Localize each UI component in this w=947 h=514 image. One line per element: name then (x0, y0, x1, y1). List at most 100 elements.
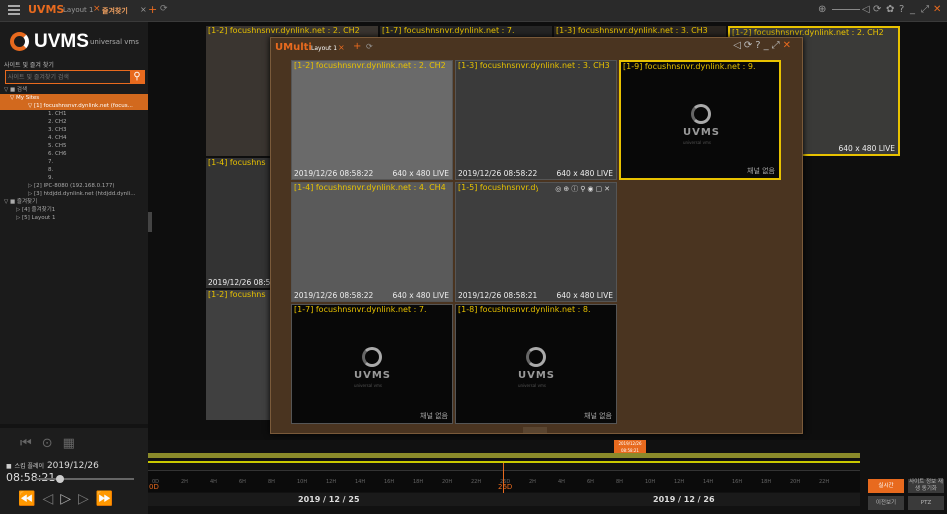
live-button[interactable]: 실시간 (868, 479, 904, 493)
calendar-icon[interactable]: ▦ (63, 436, 85, 451)
tree-item[interactable]: ▷ [3] htdjdd.dynlink.net (htdjdd.dynli..… (0, 190, 148, 198)
search-input[interactable] (8, 72, 128, 83)
tile-toolbar: ◎⊕ⓘ⚲◉▢✕ (555, 184, 612, 194)
info-icon[interactable]: ⓘ (571, 185, 580, 193)
close-icon[interactable]: ✕ (933, 4, 941, 15)
refresh-icon[interactable]: ⟳ (160, 4, 168, 14)
tree-item-label: 6. CH6 (48, 151, 67, 157)
add-tab-icon[interactable]: + (353, 41, 361, 52)
tile-header: [1-2] focushnsnvr.dynlink.net : 2. CH2 (294, 61, 446, 70)
tab-close-icon[interactable]: × (140, 5, 147, 14)
uvms-ring-icon (526, 347, 546, 367)
gear-icon[interactable]: ✿ (886, 4, 894, 15)
ruler-label: 16H (732, 479, 743, 485)
tree-item[interactable]: 1. CH1 (0, 110, 148, 118)
add-tab-icon[interactable]: + (148, 3, 157, 16)
clock-icon[interactable]: ⊙ (42, 436, 63, 451)
collapse-handle[interactable] (148, 212, 152, 232)
slider-knob[interactable] (56, 475, 64, 483)
video-tile[interactable]: [1-5] focushnsnvr.dynlink.net : 5. CH5 ◎… (455, 182, 617, 302)
help-icon[interactable]: ? (755, 40, 763, 51)
tile-header: [1-7] focushnsnvr.dynlink.net : 7. (294, 305, 427, 314)
tree-item[interactable]: 8. (0, 166, 148, 174)
maximize-icon[interactable]: ⤢ (772, 40, 783, 51)
logo-sub: universal vms (90, 38, 139, 46)
tree-item-label: ▷ [5] Layout 1 (16, 215, 56, 221)
prev-icon[interactable]: ⏪ (18, 491, 42, 507)
tree-item[interactable]: 9. (0, 174, 148, 182)
close-icon[interactable]: ✕ (783, 40, 794, 51)
ruler-label: 16H (384, 479, 395, 485)
tree-item[interactable]: 5. CH5 (0, 142, 148, 150)
minimize-icon[interactable]: _ (764, 40, 772, 51)
video-tile[interactable]: [1-4] focushnsnvr.dynlink.net : 4. CH4 2… (291, 182, 453, 302)
ptz-button[interactable]: PTZ (908, 496, 944, 510)
collapse-handle[interactable] (523, 427, 547, 433)
recording-bar (148, 453, 860, 458)
sync-playback-button[interactable]: 사이트 정보 재생 동기화 (908, 479, 944, 493)
checkbox[interactable]: ■ (6, 463, 12, 470)
tab-close-icon[interactable]: × (338, 43, 345, 52)
skip-label: 스킵 플레이 (14, 463, 45, 470)
logo-tag: universal vms (683, 140, 711, 145)
tree-item[interactable]: ▷ [4] 즐겨찾기1 (0, 206, 148, 214)
umulti-tab[interactable]: Layout 1 (311, 45, 337, 52)
tree-item[interactable]: 7. (0, 158, 148, 166)
sync-icon[interactable]: ⟳ (744, 40, 755, 51)
logo-word: UVMS (34, 31, 89, 52)
prev-view-button[interactable]: 이전보기 (868, 496, 904, 510)
tree-item-label: ▷ [2] IPC-8080 (192.168.0.177) (28, 183, 115, 189)
video-tile-empty[interactable]: [1-7] focushnsnvr.dynlink.net : 7. UVMS … (291, 304, 453, 424)
video-tile-empty[interactable]: [1-8] focushnsnvr.dynlink.net : 8. UVMS … (455, 304, 617, 424)
tile-header: [1-2] focushns (208, 290, 266, 299)
play-icon[interactable]: ▷ (60, 491, 78, 507)
ruler-label: 2H (181, 479, 188, 485)
umulti-title: UMulti (275, 42, 312, 53)
tree-item[interactable]: ▷ [2] IPC-8080 (192.168.0.177) (0, 182, 148, 190)
tree-item[interactable]: 4. CH4 (0, 134, 148, 142)
tree-item[interactable]: ▷ [5] Layout 1 (0, 214, 148, 222)
maximize-icon[interactable]: ⤢ (921, 4, 929, 15)
tile-timestamp: 2019/12/26 08:58:22 (294, 291, 374, 300)
volume-slider[interactable] (832, 9, 860, 10)
tab-close-icon[interactable]: × (93, 4, 101, 14)
date-value: 2019/12/26 (46, 461, 99, 471)
search-icon[interactable]: ⚲ (130, 70, 144, 84)
ruler-label: 10H (645, 479, 656, 485)
step-icon[interactable]: ▷ (78, 491, 96, 507)
globe-icon[interactable]: ⊕ (818, 4, 826, 15)
tree-item-label: 7. (48, 159, 54, 165)
video-tile[interactable]: [1-2] focushnsnvr.dynlink.net : 2. CH2 2… (291, 60, 453, 180)
close-icon[interactable]: ✕ (604, 185, 612, 193)
tile-timestamp: 2019/12/26 08:58:21 (458, 291, 538, 300)
tree-item[interactable]: ▽ ■ 즐겨찾기 (0, 198, 148, 206)
next-icon[interactable]: ⏩ (96, 491, 120, 507)
tree-item[interactable]: 2. CH2 (0, 118, 148, 126)
record-icon[interactable]: ◉ (587, 185, 595, 193)
tree-item[interactable]: 3. CH3 (0, 126, 148, 134)
ruler-label: 10H (297, 479, 308, 485)
window-icon[interactable]: ▢ (596, 185, 605, 193)
tab-favorites[interactable]: 즐겨찾기 (102, 6, 128, 16)
refresh-icon[interactable]: ⟳ (366, 42, 373, 51)
help-icon[interactable]: ? (899, 4, 904, 15)
app-brand: UVMS (28, 3, 65, 16)
minimize-icon[interactable]: _ (910, 4, 915, 15)
sync-icon[interactable]: ⟳ (873, 4, 881, 15)
tree-item[interactable]: 6. CH6 (0, 150, 148, 158)
speaker-icon[interactable]: ◁ (862, 4, 870, 15)
video-tile[interactable]: [1-3] focushnsnvr.dynlink.net : 3. CH3 2… (455, 60, 617, 180)
menu-icon[interactable] (8, 5, 20, 15)
volume-icon[interactable]: ◁ (733, 40, 744, 51)
step-back-icon[interactable]: ◁ (42, 491, 60, 507)
speed-slider[interactable] (36, 475, 134, 483)
rewind-icon[interactable]: ⏮ (20, 436, 42, 451)
logo-tag: universal vms (354, 383, 382, 388)
tree-item[interactable]: ▽ My Sites (0, 94, 148, 102)
tab-layout-1[interactable]: Layout 1 (63, 6, 93, 14)
uvms-app: UVMS Layout 1 × 즐겨찾기 × + ⟳ ⊕ ◁ ⟳ ✿ ? _ ⤢… (0, 0, 947, 514)
tree-item[interactable]: ▽ ■ 검색 (0, 86, 148, 94)
video-tile-empty[interactable]: [1-9] focushnsnvr.dynlink.net : 9. UVMS … (619, 60, 781, 180)
tree-item[interactable]: ▽ [1] focushnsnvr.dynlink.net (focus... (0, 102, 148, 110)
sidebar: UVMS universal vms 사이트 및 즐겨 찾기 ⚲ ▽ ■ 검색▽… (0, 22, 148, 424)
